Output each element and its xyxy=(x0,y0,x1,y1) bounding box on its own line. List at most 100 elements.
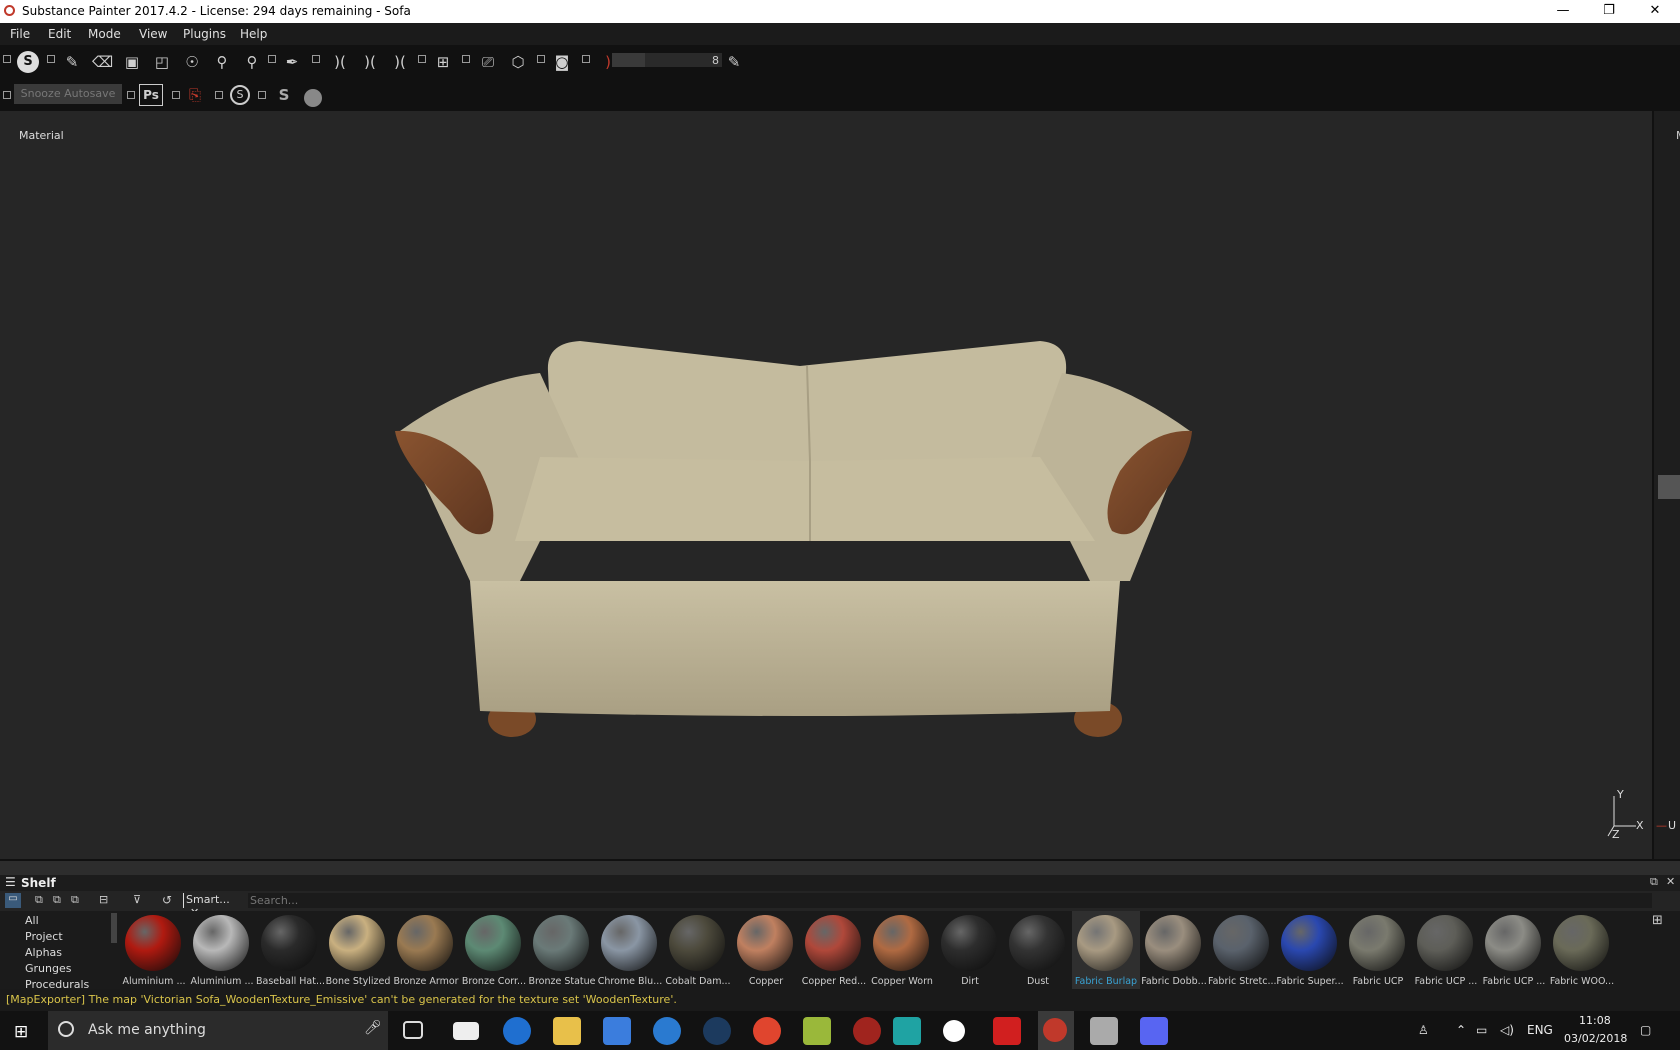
color-picker-icon[interactable]: ✒ xyxy=(282,52,302,72)
export-icon[interactable]: ⎘ xyxy=(185,85,205,105)
popout-icon[interactable] xyxy=(215,91,223,99)
popout-icon[interactable] xyxy=(3,55,11,63)
camera-icon[interactable]: ⎚ xyxy=(478,52,498,72)
minecraft-icon[interactable] xyxy=(803,1017,831,1045)
taskbar-search[interactable]: Ask me anything 🎤︎ xyxy=(48,1011,388,1050)
category-alphas[interactable]: Alphas xyxy=(25,946,62,959)
edge-icon[interactable] xyxy=(503,1017,531,1045)
creative-cloud-icon[interactable] xyxy=(993,1017,1021,1045)
filter-chip[interactable]: Smart... ✕ xyxy=(183,893,246,919)
popout-icon[interactable] xyxy=(258,91,266,99)
polygon-fill-icon[interactable]: ◰ xyxy=(152,52,172,72)
material-item[interactable]: Dirt xyxy=(936,911,1004,989)
clone-stamp-icon[interactable]: ⚲ xyxy=(212,52,232,72)
material-item[interactable]: Fabric Super... xyxy=(1276,911,1344,989)
substance-share-icon[interactable]: S xyxy=(230,85,250,105)
chrome-icon[interactable] xyxy=(753,1017,781,1045)
action-center-icon[interactable]: ▢ xyxy=(1640,1023,1651,1037)
material-item[interactable]: Bronze Statue xyxy=(528,911,596,989)
popout-icon[interactable] xyxy=(537,55,545,63)
steam-icon[interactable] xyxy=(703,1017,731,1045)
discord-icon[interactable] xyxy=(1140,1017,1168,1045)
material-item[interactable]: Copper Worn xyxy=(868,911,936,989)
show-hidden-icons[interactable]: ⌃ xyxy=(1456,1023,1466,1037)
material-item[interactable]: Copper xyxy=(732,911,800,989)
screenshot-icon[interactable]: ◙ xyxy=(552,52,572,72)
pen-pressure-icon[interactable]: ✎ xyxy=(724,52,744,72)
material-item[interactable]: Fabric WOO... xyxy=(1548,911,1616,989)
category-all[interactable]: All xyxy=(25,914,39,927)
brush-size-slider[interactable] xyxy=(612,53,722,67)
material-item[interactable]: Fabric Dobb... xyxy=(1140,911,1208,989)
windows-start-icon[interactable]: ⊞ xyxy=(14,1022,28,1042)
app-red-icon[interactable] xyxy=(853,1017,881,1045)
maya-icon[interactable] xyxy=(893,1017,921,1045)
category-grunges[interactable]: Grunges xyxy=(25,962,71,975)
store-icon[interactable] xyxy=(603,1017,631,1045)
network-icon[interactable]: ▭ xyxy=(1476,1023,1487,1037)
symmetry-icon[interactable]: )( xyxy=(330,52,350,72)
substance-logo-icon[interactable]: S xyxy=(17,51,39,73)
minimize-button[interactable]: — xyxy=(1540,0,1586,23)
new-folder-icon[interactable]: ⧉ xyxy=(35,893,43,907)
paint-brush-icon[interactable]: ✎ xyxy=(62,52,82,72)
popout-icon[interactable] xyxy=(47,55,55,63)
material-item[interactable]: Bone Stylized xyxy=(324,911,392,989)
menu-plugins[interactable]: Plugins xyxy=(183,27,226,41)
shelf-menu-icon[interactable]: ☰ xyxy=(5,875,16,889)
material-item[interactable]: Fabric UCP ... xyxy=(1412,911,1480,989)
material-item[interactable]: Aluminium ... xyxy=(188,911,256,989)
material-item[interactable]: Aluminium ... xyxy=(120,911,188,989)
material-item[interactable]: Fabric UCP ... xyxy=(1480,911,1548,989)
symmetry-x-icon[interactable]: )( xyxy=(360,52,380,72)
smudge-icon[interactable]: ☉ xyxy=(182,52,202,72)
clock-time[interactable]: 11:08 xyxy=(1579,1014,1611,1027)
menu-edit[interactable]: Edit xyxy=(48,27,71,41)
popout-icon[interactable] xyxy=(3,91,11,99)
close-button[interactable]: ✕ xyxy=(1632,0,1678,23)
filter-icon[interactable]: ⊽ xyxy=(133,893,141,906)
shelf-close-icon[interactable]: ✕ xyxy=(1666,875,1675,888)
menu-mode[interactable]: Mode xyxy=(88,27,121,41)
grid-view-icon[interactable]: ⊞ xyxy=(1652,913,1663,928)
ccleaner-icon[interactable] xyxy=(653,1017,681,1045)
folder-icon[interactable]: ▭ xyxy=(5,893,21,908)
photoshop-export-icon[interactable]: Ps xyxy=(139,84,163,106)
material-item[interactable]: Bronze Corr... xyxy=(460,911,528,989)
open-folder-icon[interactable]: ⧉ xyxy=(53,893,61,907)
volume-icon[interactable]: ◁) xyxy=(1500,1023,1514,1037)
material-item[interactable]: Dust xyxy=(1004,911,1072,989)
material-item[interactable]: Copper Red... xyxy=(800,911,868,989)
projection-icon[interactable]: ▣ xyxy=(122,52,142,72)
popout-icon[interactable] xyxy=(582,55,590,63)
3d-viewport[interactable] xyxy=(0,111,1652,859)
popout-icon[interactable] xyxy=(418,55,426,63)
snooze-autosave-button[interactable]: Snooze Autosave xyxy=(14,84,122,104)
popout-icon[interactable] xyxy=(127,91,135,99)
menu-view[interactable]: View xyxy=(139,27,167,41)
shelf-popout-icon[interactable]: ⧉ xyxy=(1650,875,1658,889)
view-mode-icon[interactable]: ⊞ xyxy=(433,52,453,72)
photos-icon[interactable] xyxy=(1090,1017,1118,1045)
cube-icon[interactable]: ⬡ xyxy=(508,52,528,72)
record-icon[interactable] xyxy=(304,89,322,107)
popout-icon[interactable] xyxy=(268,55,276,63)
material-item[interactable]: Fabric Stretc... xyxy=(1208,911,1276,989)
category-project[interactable]: Project xyxy=(25,930,63,943)
shelf-search-input[interactable] xyxy=(248,893,1652,908)
people-icon[interactable]: ♙ xyxy=(1418,1023,1429,1037)
category-procedurals[interactable]: Procedurals xyxy=(25,978,89,989)
material-item[interactable]: Baseball Hat... xyxy=(256,911,324,989)
popout-icon[interactable] xyxy=(462,55,470,63)
material-item[interactable]: Fabric Burlap xyxy=(1072,911,1140,989)
microphone-icon[interactable]: 🎤︎ xyxy=(364,1020,382,1036)
language-indicator[interactable]: ENG xyxy=(1527,1023,1553,1037)
popout-icon[interactable] xyxy=(312,55,320,63)
panel-handle[interactable] xyxy=(1658,475,1680,499)
material-item[interactable]: Chrome Blu... xyxy=(596,911,664,989)
material-item[interactable]: Bronze Armor xyxy=(392,911,460,989)
shelf-splitter[interactable] xyxy=(0,859,1680,875)
eraser-icon[interactable]: ⌫ xyxy=(92,52,113,72)
import-icon[interactable]: ⧉ xyxy=(71,893,79,907)
category-scrollbar[interactable] xyxy=(111,913,117,943)
